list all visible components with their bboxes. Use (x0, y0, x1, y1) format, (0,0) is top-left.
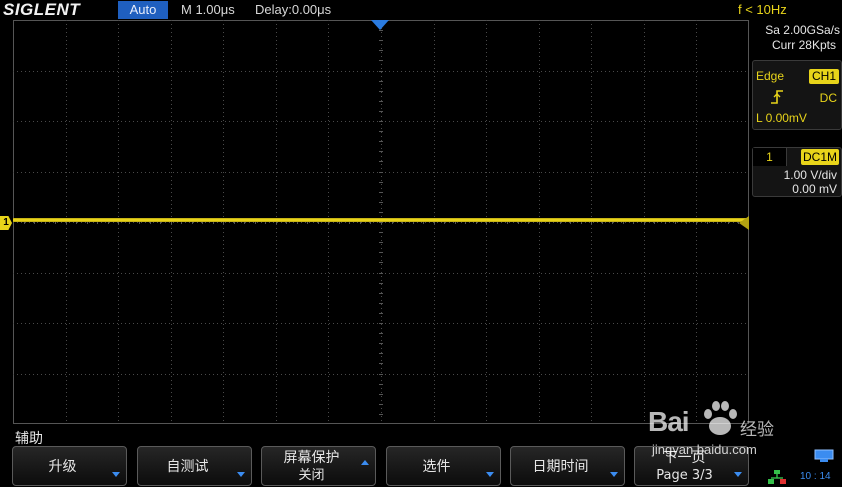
softkey-label: 选件 (422, 458, 451, 475)
rising-edge-icon (771, 90, 783, 104)
softkey-page: Page 3/3 (656, 468, 713, 483)
delay-readout: Delay:0.00μs (255, 2, 332, 17)
channel1-info-box[interactable]: 1 DC1M 1.00 V/div 0.00 mV (752, 147, 842, 197)
frequency-readout: f < 10Hz (738, 2, 787, 17)
trigger-info-box[interactable]: Edge CH1 DC L 0.00mV (752, 60, 842, 130)
screen-saver-button[interactable]: 屏幕保护 关闭 (261, 446, 376, 486)
ch1-waveform-trace (13, 218, 749, 222)
trigger-level: L 0.00mV (756, 111, 807, 125)
softkey-label: 下一页 (663, 450, 706, 466)
status-bar: SIGLENT Auto M 1.00μs Delay:0.00μs f < 1… (0, 0, 842, 20)
self-test-button[interactable]: 自测试 (137, 446, 252, 486)
chevron-down-icon (734, 472, 742, 477)
system-status: 10 : 14 (762, 445, 842, 487)
chevron-down-icon (112, 472, 120, 477)
softkey-value: 关闭 (298, 468, 325, 483)
channel-number: 1 (753, 148, 787, 166)
network-icon (768, 470, 786, 484)
brand-logo: SIGLENT (3, 0, 81, 19)
right-info-panel: Sa 2.00GSa/s Curr 28Kpts Edge CH1 DC L 0… (750, 20, 842, 424)
softkey-label: 自测试 (166, 458, 209, 475)
waveform-grid (13, 20, 749, 424)
acquisition-info: Sa 2.00GSa/s Curr 28Kpts (752, 22, 842, 56)
channel-vertical-scale: 1.00 V/div (783, 168, 837, 182)
date-time-button[interactable]: 日期时间 (510, 446, 625, 486)
usb-icon (814, 449, 834, 462)
timebase-readout: M 1.00μs (181, 2, 235, 17)
chevron-down-icon (486, 472, 494, 477)
next-page-button[interactable]: 下一页 Page 3/3 (634, 446, 749, 486)
softkey-label: 日期时间 (532, 458, 589, 475)
upgrade-button[interactable]: 升级 (12, 446, 127, 486)
softkey-label: 屏幕保护 (283, 450, 340, 466)
chevron-up-icon (361, 460, 369, 465)
system-clock: 10 : 14 (800, 471, 831, 482)
softkey-label: 升级 (48, 458, 77, 475)
trigger-type: Edge (756, 69, 785, 83)
chevron-down-icon (610, 472, 618, 477)
memory-depth: Curr 28Kpts (771, 38, 836, 52)
trigger-level-marker[interactable] (739, 216, 749, 230)
trigger-source-badge: CH1 (808, 69, 839, 84)
channel-offset: 0.00 mV (792, 182, 837, 196)
channel-coupling-badge: DC1M (800, 149, 839, 165)
ch1-offset-marker[interactable]: 1 (0, 216, 12, 230)
softkey-bar: 升级 自测试 屏幕保护 关闭 选件 日期时间 下一页 Page 3/3 (0, 445, 842, 487)
options-button[interactable]: 选件 (386, 446, 501, 486)
trigger-mode-badge[interactable]: Auto (118, 1, 168, 19)
sample-rate: Sa 2.00GSa/s (765, 23, 840, 37)
trigger-coupling: DC (819, 91, 837, 105)
trigger-position-marker[interactable] (371, 20, 389, 30)
chevron-down-icon (237, 472, 245, 477)
